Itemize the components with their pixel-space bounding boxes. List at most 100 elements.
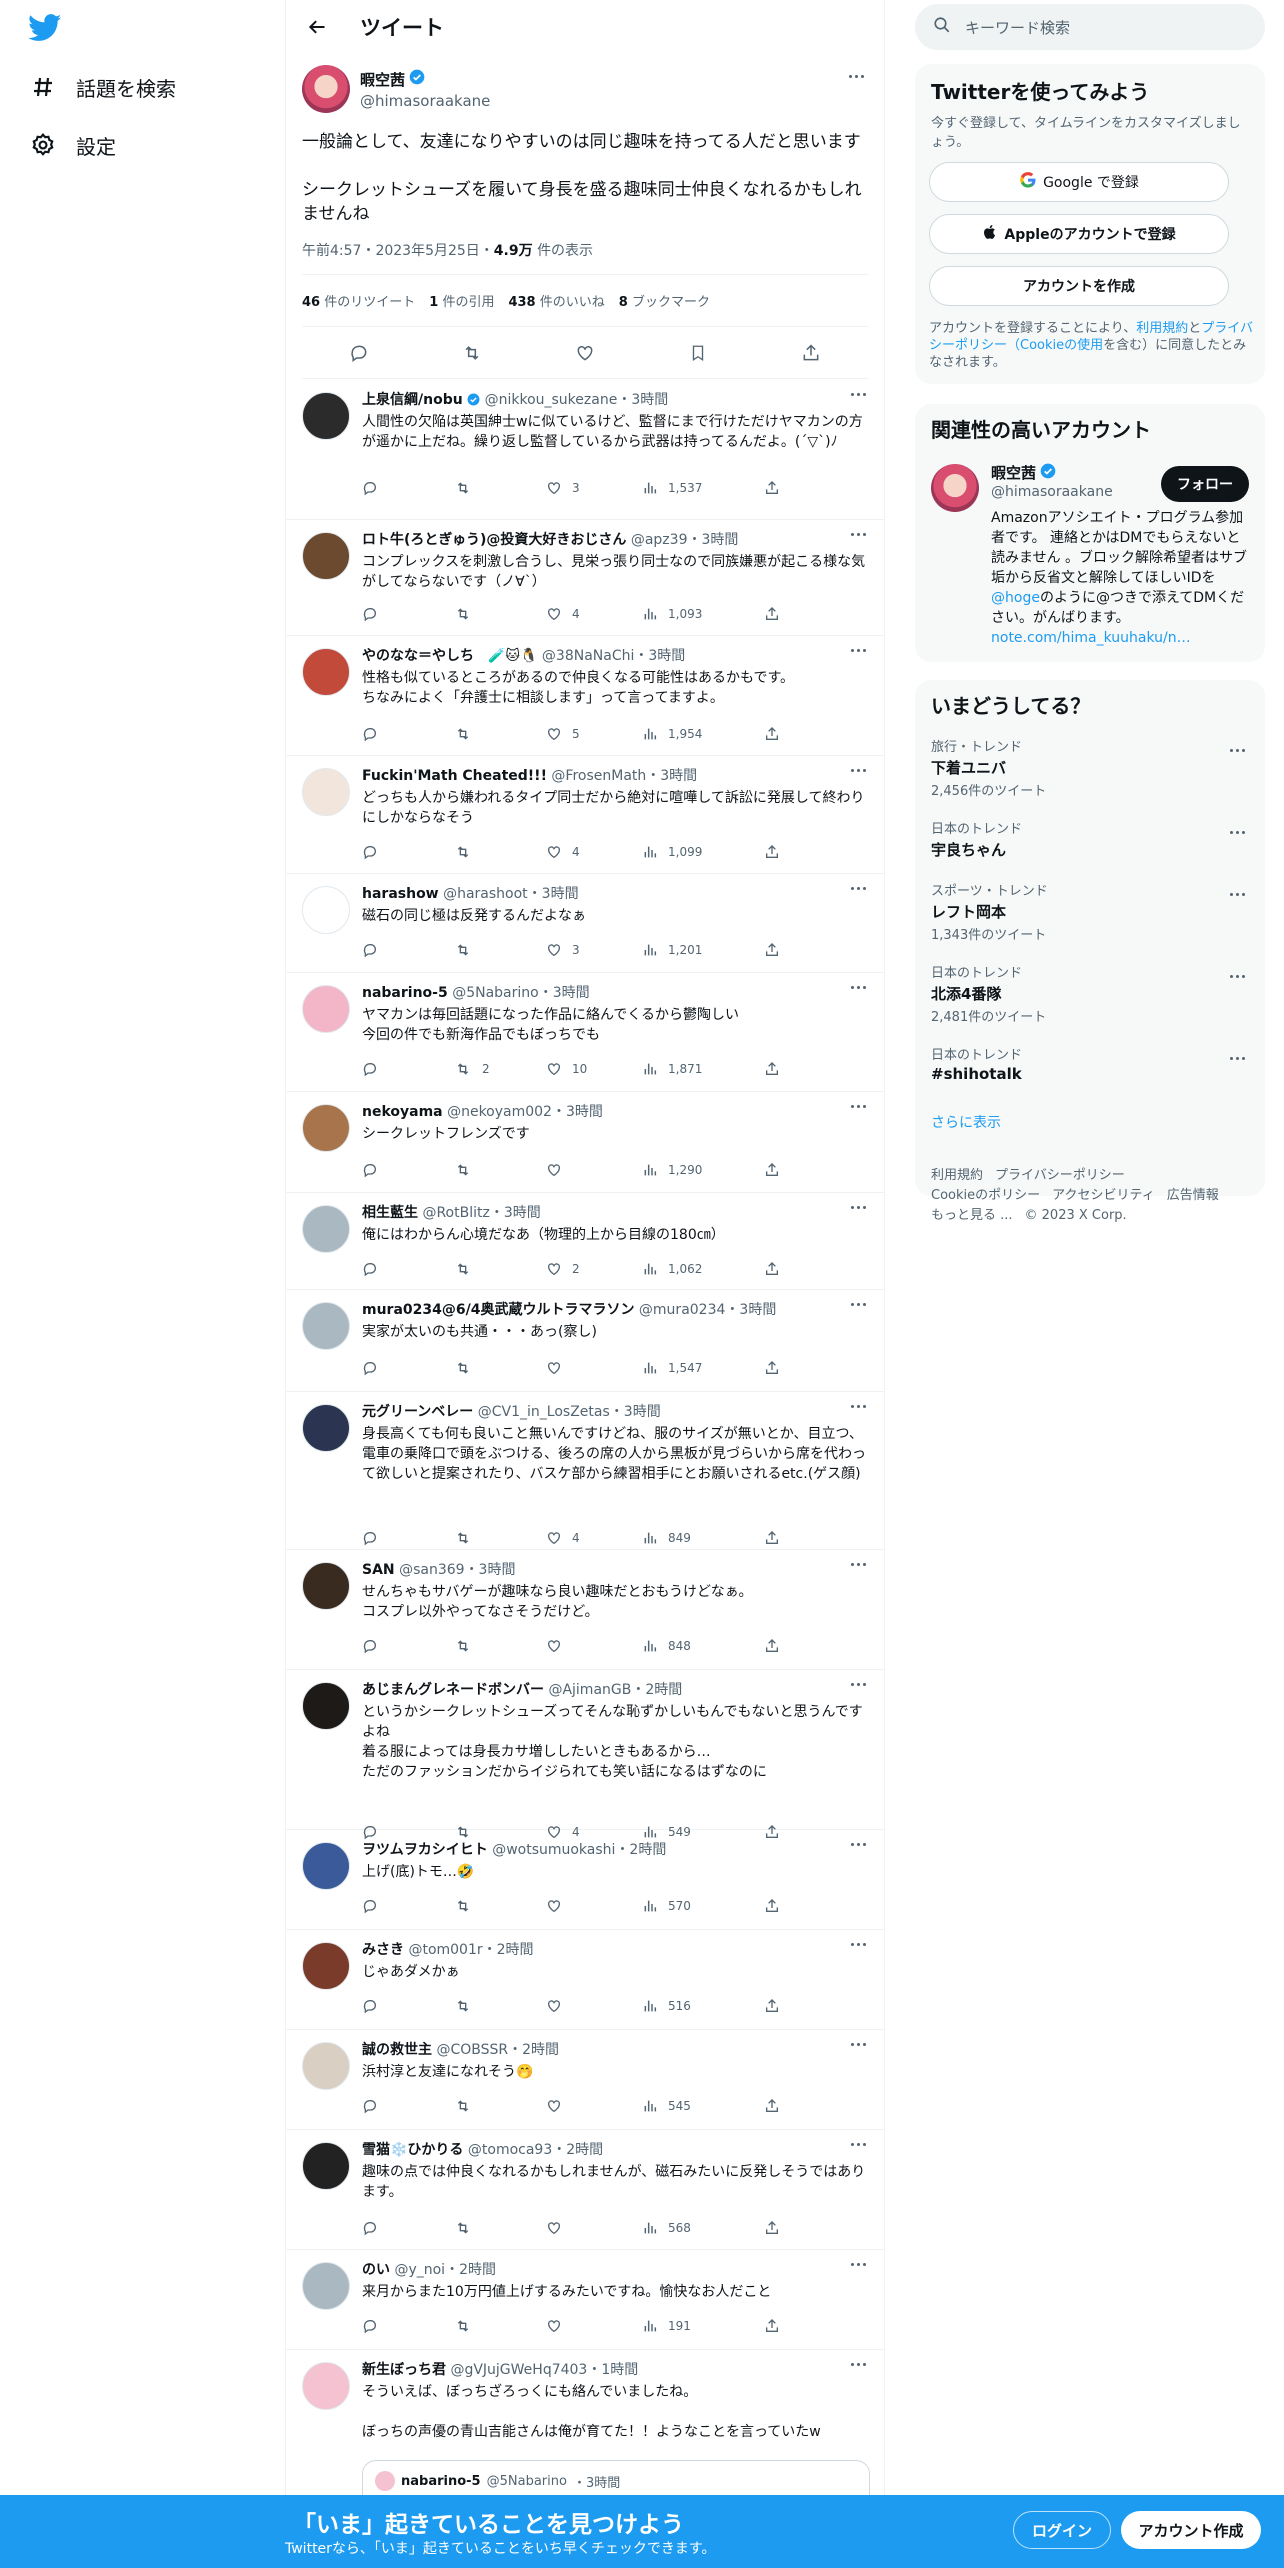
more-options-icon[interactable] (846, 2036, 870, 2052)
reply-time[interactable]: ・2時間 (552, 2142, 603, 2158)
share-icon[interactable] (764, 940, 780, 960)
more-options-icon[interactable] (1225, 968, 1249, 984)
retweet-icon[interactable] (454, 1160, 482, 1180)
trend-item[interactable]: 日本のトレンド 宇良ちゃん (931, 818, 1249, 862)
reply-author-handle[interactable]: @CV1_in_LosZetas (478, 1404, 610, 1420)
author-name[interactable]: 暇空茜 (360, 69, 405, 90)
share-icon[interactable] (764, 1636, 780, 1656)
reply-icon[interactable] (347, 341, 371, 365)
reply-time[interactable]: ・3時間 (490, 1205, 541, 1221)
likes-stat[interactable]: 438 件のいいね (508, 291, 604, 310)
reply-tweet[interactable]: 相生藍生 @RotBlitz・3時間 俺にはわからん心境だなあ（物理的上から目線の… (286, 1193, 884, 1290)
reply-tweet[interactable]: 誠の救世主 @COBSSR・2時間 浜村淳と友達になれそう🤭 545 (286, 2030, 884, 2130)
reply-time[interactable]: ・3時間 (539, 985, 590, 1001)
retweet-icon[interactable] (454, 724, 482, 744)
reply-time[interactable]: ・3時間 (725, 1302, 776, 1318)
google-signup-button[interactable]: Google で登録 (929, 162, 1229, 202)
reply-time[interactable]: ・2時間 (508, 2042, 559, 2058)
twitter-logo-icon[interactable] (28, 14, 64, 44)
reply-author-handle[interactable]: @38NaNaChi (542, 648, 634, 664)
trend-item[interactable]: 日本のトレンド 北添4番隊 2,481件のツイート (931, 962, 1249, 1025)
retweet-icon[interactable]: 2 (454, 1059, 490, 1079)
reply-icon[interactable] (362, 2218, 388, 2238)
retweets-stat[interactable]: 46 件のリツイート (302, 291, 415, 310)
reply-avatar[interactable] (302, 985, 350, 1033)
footer-accessibility-link[interactable]: アクセシビリティ (1052, 1188, 1155, 1203)
reply-avatar[interactable] (302, 1842, 350, 1890)
reply-author-handle[interactable]: @AjimanGB (548, 1682, 631, 1698)
like-icon[interactable] (546, 1996, 572, 2016)
views-icon[interactable]: 1,871 (642, 1059, 702, 1079)
like-icon[interactable]: 3 (546, 478, 580, 498)
apple-signup-button[interactable]: Appleのアカウントで登録 (929, 214, 1229, 254)
reply-time[interactable]: ・3時間 (617, 392, 668, 408)
reply-tweet[interactable]: SAN @san369・3時間 せんちゃもサバゲーが趣味なら良い趣味だとおもうけど… (286, 1550, 884, 1670)
reply-avatar[interactable] (302, 886, 350, 934)
views-icon[interactable]: 1,954 (642, 724, 702, 744)
like-icon[interactable]: 3 (546, 940, 580, 960)
bio-url-link[interactable]: note.com/hima_kuuhaku/n… (991, 630, 1191, 646)
reply-author-name[interactable]: 相生藍生 (362, 1205, 418, 1221)
tweet-timestamp[interactable]: 午前4:57・2023年5月25日・ (302, 243, 494, 259)
retweet-icon[interactable] (454, 842, 482, 862)
reply-author-name[interactable]: SAN (362, 1562, 395, 1578)
quotes-stat[interactable]: 1 件の引用 (429, 291, 494, 310)
login-button[interactable]: ログイン (1013, 2511, 1111, 2549)
reply-avatar[interactable] (302, 1205, 350, 1253)
retweet-icon[interactable] (454, 940, 482, 960)
bookmark-icon[interactable] (686, 341, 710, 365)
reply-author-handle[interactable]: @y_noi (394, 2262, 445, 2278)
reply-author-handle[interactable]: @tomoca93 (468, 2142, 552, 2158)
reply-author-name[interactable]: nabarino-5 (362, 985, 448, 1001)
reply-icon[interactable] (362, 1636, 388, 1656)
retweet-icon[interactable] (460, 341, 484, 365)
views-icon[interactable]: 1,290 (642, 1160, 702, 1180)
views-icon[interactable]: 1,093 (642, 604, 702, 624)
reply-tweet[interactable]: ロト牛(ろとぎゅう)@投資大好きおじさん @apz39・3時間 コンプレックスを刺… (286, 520, 884, 636)
more-options-icon[interactable] (846, 1936, 870, 1952)
reply-author-name[interactable]: nekoyama (362, 1104, 443, 1120)
reply-author-name[interactable]: ヲツムヲカシイヒト (362, 1842, 488, 1858)
signup-button[interactable]: アカウント作成 (1121, 2511, 1261, 2549)
retweet-icon[interactable] (454, 1259, 482, 1279)
reply-author-handle[interactable]: @5Nabarino (452, 985, 539, 1001)
reply-icon[interactable] (362, 604, 388, 624)
reply-author-name[interactable]: 元グリーンベレー (362, 1404, 473, 1420)
reply-avatar[interactable] (302, 2042, 350, 2090)
more-options-icon[interactable] (846, 1398, 870, 1414)
views-icon[interactable]: 1,547 (642, 1358, 702, 1378)
reply-author-name[interactable]: mura0234@6/4奥武蔵ウルトラマラソン (362, 1302, 634, 1318)
more-options-icon[interactable] (846, 2256, 870, 2272)
retweet-icon[interactable] (454, 1996, 482, 2016)
more-options-icon[interactable] (846, 880, 870, 896)
share-icon[interactable] (764, 2316, 780, 2336)
views-icon[interactable]: 191 (642, 2316, 691, 2336)
reply-tweet[interactable]: mura0234@6/4奥武蔵ウルトラマラソン @mura0234・3時間 実家が… (286, 1290, 884, 1392)
reply-time[interactable]: ・3時間 (687, 532, 738, 548)
more-options-icon[interactable] (846, 1676, 870, 1692)
reply-time[interactable]: ・1時間 (587, 2362, 638, 2378)
reply-author-handle[interactable]: @COBSSR (436, 2042, 508, 2058)
trend-item[interactable]: 旅行・トレンド 下着ユニバ 2,456件のツイート (931, 736, 1249, 799)
reply-avatar[interactable] (302, 2262, 350, 2310)
footer-more-link[interactable]: もっと見る ... (931, 1208, 1013, 1223)
reply-avatar[interactable] (302, 1942, 350, 1990)
more-options-icon[interactable] (846, 2136, 870, 2152)
share-icon[interactable] (764, 478, 780, 498)
reply-icon[interactable] (362, 842, 388, 862)
reply-author-handle[interactable]: @nekoyam002 (447, 1104, 552, 1120)
reply-avatar[interactable] (302, 1404, 350, 1452)
retweet-icon[interactable] (454, 604, 482, 624)
reply-avatar[interactable] (302, 1104, 350, 1152)
reply-author-handle[interactable]: @mura0234 (639, 1302, 725, 1318)
reply-avatar[interactable] (302, 392, 350, 440)
retweet-icon[interactable] (454, 1896, 482, 1916)
retweet-icon[interactable] (454, 2218, 482, 2238)
reply-time[interactable]: ・3時間 (646, 768, 697, 784)
reply-author-name[interactable]: 上泉信綱/nobu (362, 392, 463, 408)
like-icon[interactable] (573, 341, 597, 365)
reply-avatar[interactable] (302, 1682, 350, 1730)
like-icon[interactable]: 2 (546, 1259, 580, 1279)
related-name[interactable]: 暇空茜 (991, 462, 1036, 483)
reply-tweet[interactable]: やのなな＝やしち 🧪🐱🐧 @38NaNaChi・3時間 性格も似ているところがある… (286, 636, 884, 756)
